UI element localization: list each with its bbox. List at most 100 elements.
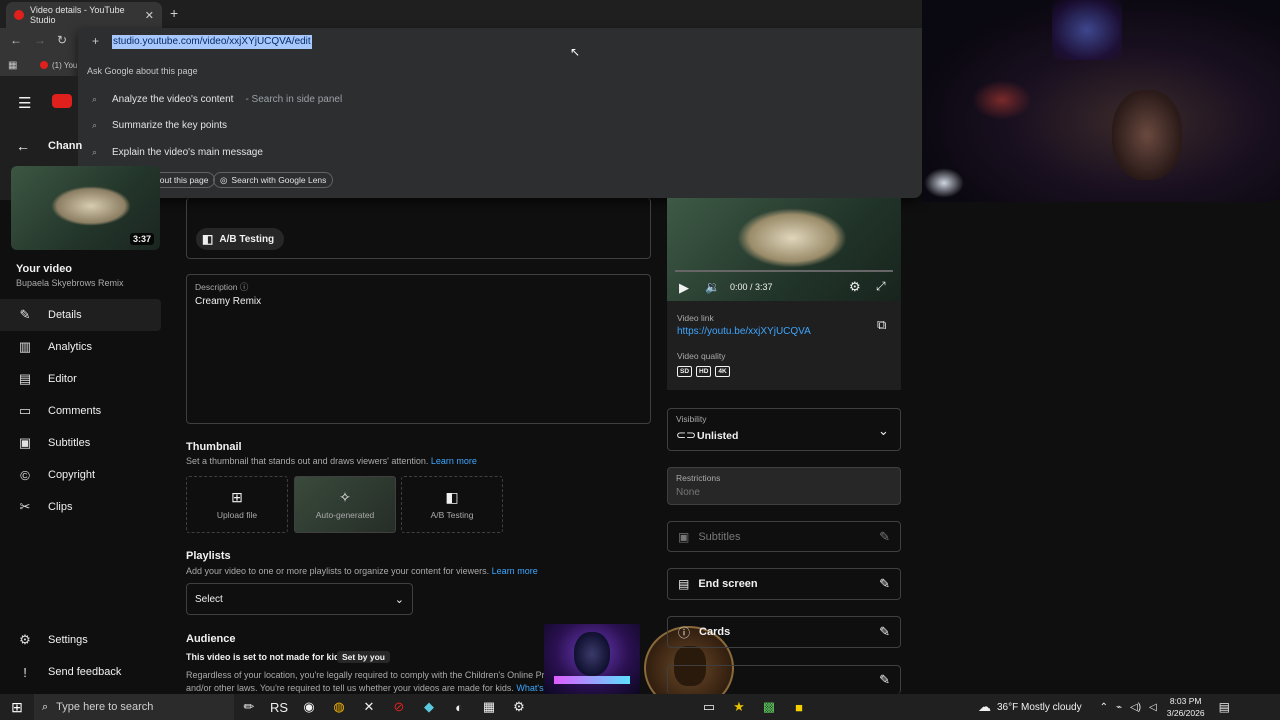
back-arrow-icon[interactable]: ← (16, 138, 30, 154)
ab-testing-button[interactable]: ◧ A/B Testing (196, 228, 285, 250)
gear-icon[interactable]: ⚙ (849, 279, 861, 295)
suggestion-item[interactable]: ⌕ Analyze the video's content - Search i… (92, 90, 342, 108)
taskbar-search-placeholder: Type here to search (56, 701, 154, 713)
volume-icon[interactable]: 🔉 (705, 280, 720, 294)
chrome-icon[interactable]: ◍ (324, 699, 354, 715)
nav-item-feedback[interactable]: ! Send feedback (0, 656, 172, 688)
subtitles-icon: ▣ (678, 529, 690, 544)
hamburger-menu-icon[interactable]: ☰ (18, 94, 31, 112)
notifications-icon[interactable]: ▤ (1219, 700, 1230, 714)
thumbnail-subtext: Set a thumbnail that stands out and draw… (186, 456, 477, 466)
file-explorer-icon[interactable]: ▭ (694, 699, 724, 715)
video-player[interactable]: ▶ 🔉 0:00 / 3:37 ⚙ ⤢ (667, 198, 901, 301)
suggestion-hint-text: Search in side panel (251, 93, 343, 105)
video-thumbnail[interactable]: 3:37 (11, 166, 160, 250)
grey-app-icon[interactable]: ▦ (474, 699, 504, 715)
description-field[interactable]: Description ⓘ Creamy Remix (186, 274, 651, 424)
auto-generated-thumbnail-button[interactable]: ✧ Auto-generated (294, 476, 396, 533)
video-quality-label: Video quality (677, 351, 726, 361)
nav-item-analytics[interactable]: ▥ Analytics (0, 331, 172, 363)
visibility-dropdown[interactable]: Visibility ⊂⊃ Unlisted ⌄ (667, 408, 901, 451)
youtube-logo[interactable] (52, 94, 72, 108)
sticky-notes-icon[interactable]: ■ (784, 700, 814, 715)
nav-item-details[interactable]: ✎ Details (0, 299, 161, 331)
new-tab-button[interactable]: + (170, 5, 178, 21)
image-upload-icon: ⊞ (231, 489, 243, 505)
bookmark-youtube[interactable]: (1) You (52, 61, 77, 70)
subtitles-card[interactable]: ▣ Subtitles ✎ (667, 521, 901, 552)
back-arrow-icon[interactable]: ← (10, 33, 22, 47)
speaker-icon[interactable]: ◁ (1149, 702, 1157, 713)
volume-icon[interactable]: ◁) (1130, 702, 1141, 713)
pencil-icon[interactable]: ✎ (879, 672, 890, 688)
nav-item-settings[interactable]: ⚙ Settings (0, 624, 172, 656)
suggestion-item[interactable]: ⌕ Summarize the key points (92, 116, 227, 134)
nav-item-editor[interactable]: ▤ Editor (0, 363, 172, 395)
thumbnail-heading: Thumbnail (186, 441, 242, 453)
sticker-figure (574, 632, 610, 676)
link-icon: ⊂⊃ (676, 428, 697, 442)
weather-text[interactable]: 36°F Mostly cloudy (997, 702, 1082, 713)
taskbar-search-box[interactable]: ⌕ Type here to search (34, 694, 234, 720)
nav-item-comments[interactable]: ▭ Comments (0, 395, 172, 427)
address-bar-url[interactable]: studio.youtube.com/video/xxjXYjUCQVA/edi… (112, 35, 312, 49)
apps-grid-icon[interactable]: ▦ (8, 60, 17, 71)
playlist-select[interactable]: Select ⌄ (186, 583, 413, 615)
star-app-icon[interactable]: ★ (724, 699, 754, 715)
cards-card[interactable]: ⓘ Cards ✎ (667, 616, 901, 648)
copy-icon[interactable]: ⧉ (877, 317, 886, 333)
info-card[interactable]: ✎ (667, 665, 901, 694)
blue-app-icon[interactable]: ◆ (414, 699, 444, 715)
nav-item-subtitles[interactable]: ▣ Subtitles (0, 427, 172, 459)
tray-overflow-icon[interactable]: ⌃ (1100, 702, 1108, 713)
learn-more-link[interactable]: Learn more (492, 566, 538, 576)
pencil-app-icon[interactable]: ✏ (234, 699, 264, 715)
close-icon[interactable]: ✕ (145, 9, 154, 22)
plus-icon[interactable]: + (92, 34, 99, 48)
browser-tab-active[interactable]: Video details - YouTube Studio ✕ (6, 2, 162, 28)
minecraft-icon[interactable]: ▩ (754, 699, 784, 715)
nav-item-clips[interactable]: ✂ Clips (0, 491, 172, 523)
car-app-icon[interactable]: ◐ (444, 700, 474, 715)
end-screen-label: End screen (698, 578, 758, 590)
fullscreen-icon[interactable]: ⤢ (876, 279, 886, 294)
nav-label: Editor (48, 373, 77, 385)
bookmarks-bar: ▦ (1) You (0, 56, 78, 76)
gear-icon[interactable]: ⚙ (504, 699, 534, 715)
progress-bar[interactable] (675, 270, 893, 272)
lens-icon: ◎ (220, 174, 228, 185)
help-icon[interactable]: ⓘ (240, 282, 249, 292)
clock[interactable]: 8:03 PM 3/26/2026 (1167, 695, 1205, 719)
windows-start-icon[interactable]: ⊞ (0, 699, 34, 716)
video-link[interactable]: https://youtu.be/xxjXYjUCQVA (677, 326, 811, 337)
opera-icon[interactable]: ⊘ (384, 699, 414, 715)
nav-item-copyright[interactable]: © Copyright (0, 459, 172, 491)
pencil-icon[interactable]: ✎ (879, 529, 890, 545)
x-app-icon[interactable]: ✕ (354, 699, 384, 715)
pencil-icon[interactable]: ✎ (879, 576, 890, 592)
ab-testing-thumbnail-button[interactable]: ◧ A/B Testing (401, 476, 503, 533)
pencil-icon[interactable]: ✎ (879, 624, 890, 640)
clock-time: 8:03 PM (1169, 696, 1202, 706)
reload-icon[interactable]: ↻ (57, 33, 67, 47)
rs-app-icon[interactable]: RS (264, 700, 294, 715)
anime-sticker-overlay (544, 624, 640, 694)
whats-content-link[interactable]: What's co (516, 683, 544, 693)
suggestion-item[interactable]: ⌕ Explain the video's main message (92, 143, 263, 161)
learn-more-link[interactable]: Learn more (431, 456, 477, 466)
forward-arrow-icon[interactable]: → (34, 33, 46, 47)
discord-icon[interactable]: ◉ (294, 699, 324, 715)
end-screen-card[interactable]: ▤ End screen ✎ (667, 568, 901, 600)
upload-thumbnail-button[interactable]: ⊞ Upload file (186, 476, 288, 533)
channel-content-label[interactable]: Chann (48, 140, 82, 152)
copyright-icon: © (20, 467, 30, 483)
clock-date: 3/26/2026 (1166, 708, 1205, 718)
search-icon: ⌕ (42, 700, 49, 713)
cards-label: Cards (699, 626, 731, 638)
suggestion-hint: - Search in side panel (245, 93, 343, 105)
network-icon[interactable]: ⌁ (1116, 702, 1122, 713)
play-icon[interactable]: ▶ (679, 280, 689, 296)
page-scrollbar[interactable] (1272, 200, 1280, 694)
playlist-select-value: Select (195, 593, 223, 605)
google-lens-chip[interactable]: ◎ Search with Google Lens (213, 172, 334, 188)
